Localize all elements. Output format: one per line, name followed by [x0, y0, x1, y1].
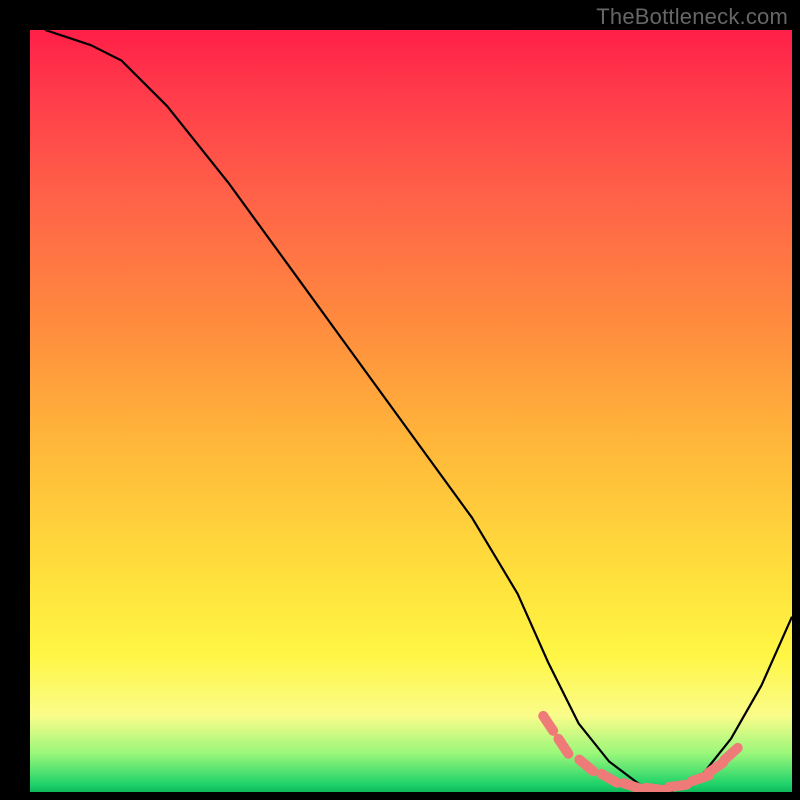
highlight-dot [544, 719, 552, 727]
highlight-dot [628, 782, 636, 790]
highlight-dot [559, 742, 567, 750]
highlight-dot [727, 750, 735, 758]
highlight-dot [582, 761, 590, 769]
plot-area [30, 30, 792, 792]
highlight-dot [605, 774, 613, 782]
chart-frame: TheBottleneck.com [0, 0, 800, 800]
highlight-markers [543, 716, 738, 792]
watermark-text: TheBottleneck.com [596, 4, 788, 30]
bottleneck-curve [45, 30, 792, 792]
highlight-dot [696, 774, 704, 782]
chart-svg [30, 30, 792, 792]
highlight-dot [674, 782, 682, 790]
highlight-dot [712, 763, 720, 771]
